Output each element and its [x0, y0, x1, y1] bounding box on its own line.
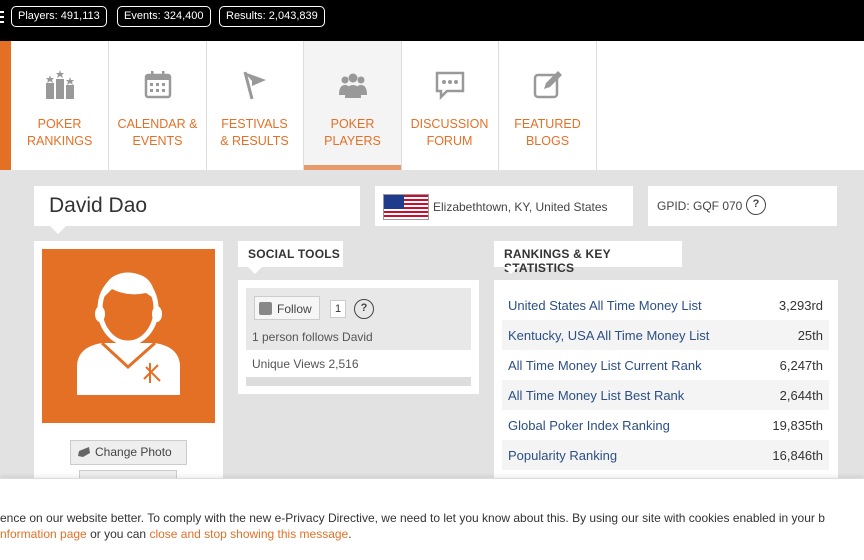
avatar-panel: Change Photo — [34, 241, 223, 501]
ranking-row[interactable]: Popularity Ranking 16,846th — [502, 440, 829, 470]
rankings-panel: United States All Time Money List 3,293r… — [494, 280, 838, 480]
nav-label: DISCUSSION FORUM — [410, 117, 489, 148]
ranking-value: 19,835th — [772, 418, 823, 433]
nav-label: CALENDAR & EVENTS — [117, 117, 198, 148]
location-box: Elizabethtown, KY, United States — [375, 186, 633, 226]
nav-label: POKER PLAYERS — [324, 117, 381, 148]
us-flag-icon — [383, 194, 429, 220]
social-tools-title: SOCIAL TOOLS — [248, 247, 340, 261]
edit-blog-icon — [533, 71, 562, 99]
ranking-value: 3,293rd — [778, 298, 823, 313]
ranking-label[interactable]: Global Poker Index Ranking — [508, 418, 670, 433]
nav-item-poker-rankings[interactable]: POKER RANKINGS — [11, 41, 109, 170]
stats-bar: Players: 491,113 Events: 324,400 Results… — [0, 0, 864, 41]
ranking-row[interactable]: Global Poker Index Ranking 19,835th — [502, 410, 829, 440]
ranking-row[interactable]: United States All Time Money List 3,293r… — [502, 290, 829, 320]
ranking-value: 25th — [797, 328, 823, 343]
change-photo-label: Change Photo — [95, 445, 172, 459]
ranking-value: 2,644th — [779, 388, 823, 403]
ranking-label[interactable]: All Time Money List Current Rank — [508, 358, 702, 373]
cookie-text: ence on our website better. To comply wi… — [0, 511, 825, 525]
gpid-text: GPID: GQF 070 — [657, 199, 743, 213]
events-count[interactable]: Events: 324,400 — [117, 6, 211, 27]
ranking-label[interactable]: Kentucky, USA All Time Money List — [508, 328, 709, 343]
players-count[interactable]: Players: 491,113 — [11, 6, 107, 27]
social-tools-panel: Follow 1 ? 1 person follows David Unique… — [238, 280, 479, 394]
default-avatar-icon — [77, 272, 180, 395]
ranking-value: 16,846th — [772, 448, 823, 463]
ranking-row[interactable]: All Time Money List Best Rank 2,644th — [502, 380, 829, 410]
nav-item-discussion-forum[interactable]: DISCUSSION FORUM — [401, 41, 499, 170]
ranking-value: 6,247th — [779, 358, 823, 373]
players-group-icon — [339, 73, 367, 98]
follow-help-icon[interactable]: ? — [354, 299, 374, 319]
social-tools-header: SOCIAL TOOLS — [238, 241, 343, 274]
flag-icon — [243, 71, 266, 100]
follow-count: 1 — [330, 300, 346, 318]
divider — [246, 377, 471, 386]
player-name-box: David Dao — [34, 186, 360, 234]
follow-label: Follow — [277, 302, 312, 316]
ranking-label[interactable]: United States All Time Money List — [508, 298, 702, 313]
rankings-podium-icon — [46, 70, 74, 99]
nav-item-calendar-events[interactable]: CALENDAR & EVENTS — [109, 41, 207, 170]
avatar — [42, 249, 215, 423]
cookie-info-link[interactable]: nformation page — [0, 527, 87, 541]
camera-icon — [78, 447, 90, 457]
gpid-box: GPID: GQF 070 ? — [648, 186, 837, 226]
ranking-label[interactable]: All Time Money List Best Rank — [508, 388, 684, 403]
ranking-row[interactable]: Kentucky, USA All Time Money List 25th — [502, 320, 829, 350]
rss-icon — [259, 302, 272, 315]
main-nav: POKER RANKINGS CALENDAR & EVENTS FESTIVA… — [0, 41, 864, 170]
gpid-help-icon[interactable]: ? — [746, 195, 766, 215]
cookie-notice: ence on our website better. To comply wi… — [0, 478, 864, 560]
nav-item-featured-blogs[interactable]: FEATURED BLOGS — [499, 41, 597, 170]
nav-accent-stripe — [0, 41, 11, 170]
player-location: Elizabethtown, KY, United States — [433, 200, 608, 214]
unique-views: Unique Views 2,516 — [252, 357, 359, 371]
rankings-title: RANKINGS & KEY STATISTICS — [504, 247, 611, 275]
ranking-row[interactable]: All Time Money List Current Rank 6,247th — [502, 350, 829, 380]
calendar-icon — [144, 71, 172, 99]
close-cookie-link[interactable]: close and stop showing this message — [149, 527, 348, 541]
follow-button[interactable]: Follow — [254, 296, 320, 320]
rankings-header: RANKINGS & KEY STATISTICS — [494, 241, 682, 275]
menu-icon[interactable] — [0, 11, 4, 23]
results-count[interactable]: Results: 2,043,839 — [219, 6, 325, 27]
cookie-links: nformation page or you can close and sto… — [0, 527, 352, 541]
followers-text: 1 person follows David — [252, 330, 373, 344]
ranking-label[interactable]: Popularity Ranking — [508, 448, 617, 463]
nav-label: FEATURED BLOGS — [514, 117, 581, 148]
nav-item-poker-players[interactable]: POKER PLAYERS — [304, 41, 402, 170]
change-photo-button[interactable]: Change Photo — [70, 440, 187, 465]
chat-bubble-icon — [435, 71, 465, 101]
nav-label: POKER RANKINGS — [27, 117, 93, 148]
player-name: David Dao — [49, 194, 148, 217]
nav-item-festivals-results[interactable]: FESTIVALS & RESULTS — [206, 41, 304, 170]
nav-label: FESTIVALS & RESULTS — [220, 117, 289, 148]
